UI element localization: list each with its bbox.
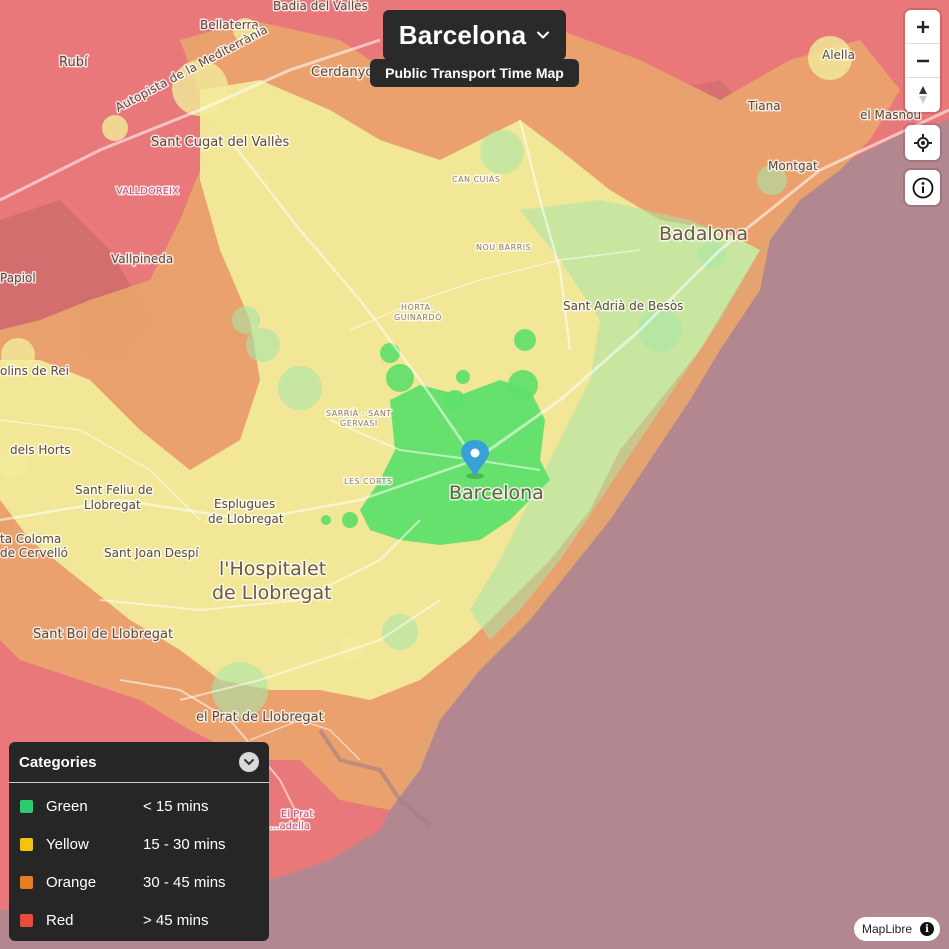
label-prat: el Prat de Llobregat: [196, 710, 324, 725]
label-sant-feliu-1: Sant Feliu de: [75, 483, 153, 497]
legend-item-red: Red > 45 mins: [9, 901, 269, 939]
label-sarria: SARRIÀ - SANT: [326, 407, 392, 418]
label-dels-horts: dels Horts: [10, 443, 71, 457]
label-guinardo: GUINARDÓ: [394, 311, 442, 322]
legend-category-name: Orange: [46, 873, 97, 891]
label-coloma-2: de Cervelló: [0, 546, 68, 560]
label-horta: HORTA-: [401, 303, 434, 312]
label-sant-boi: Sant Boi de Llobregat: [33, 627, 173, 642]
label-les-corts: LES CORTS: [344, 477, 392, 486]
label-nou-barris: NOU BARRIS: [476, 243, 531, 252]
city-name: Barcelona: [398, 19, 527, 50]
locate-button[interactable]: [905, 125, 940, 160]
attribution-info-icon[interactable]: i: [920, 922, 934, 936]
crosshair-icon: [913, 133, 932, 152]
label-alella: Alella: [822, 48, 855, 62]
info-icon: [912, 177, 933, 198]
label-hospitalet-1: l'Hospitalet: [219, 558, 326, 580]
zoom-out-button[interactable]: [905, 44, 940, 78]
legend-category-name: Yellow: [46, 835, 89, 853]
label-barcelona: Barcelona: [449, 482, 544, 504]
label-prat-small-2: ...adella: [270, 821, 310, 832]
label-hospitalet-2: de Llobregat: [212, 582, 332, 604]
minus-icon: [916, 59, 929, 62]
label-vallpineda: Vallpineda: [111, 252, 173, 266]
label-valldoreix: VALLDOREIX: [116, 186, 179, 197]
legend-swatch: [20, 837, 33, 851]
label-sant-adria: Sant Adrià de Besòs: [563, 299, 683, 313]
compass-icon: [918, 86, 927, 104]
label-sant-joan: Sant Joan Despí: [104, 546, 199, 560]
label-rubi: Rubí: [59, 55, 88, 70]
label-sant-feliu-2: Llobregat: [84, 498, 141, 512]
legend-item-orange: Orange 30 - 45 mins: [9, 863, 269, 901]
legend-category-name: Red: [46, 911, 74, 929]
label-gervasi: GERVASI: [340, 419, 378, 428]
label-badia: Badia del Vallès: [273, 0, 368, 13]
label-prat-small-1: El Prat: [281, 809, 313, 820]
legend-category-range: 30 - 45 mins: [143, 873, 226, 891]
legend-swatch: [20, 913, 33, 927]
label-badalona: Badalona: [659, 223, 748, 245]
label-can-cuias: CAN CUIÀS: [452, 173, 500, 184]
label-coloma-1: ta Coloma: [0, 532, 61, 546]
info-button[interactable]: [905, 170, 940, 205]
zoom-in-button[interactable]: [905, 10, 940, 44]
legend-item-yellow: Yellow 15 - 30 mins: [9, 825, 269, 863]
legend-category-range: > 45 mins: [143, 911, 209, 929]
legend-category-range: < 15 mins: [143, 797, 209, 815]
navigation-controls: [905, 10, 940, 112]
label-sant-cugat: Sant Cugat del Vallès: [151, 135, 290, 150]
legend-category-range: 15 - 30 mins: [143, 835, 226, 853]
label-papiol: Papiol: [0, 271, 36, 285]
legend-collapse-button[interactable]: [239, 752, 259, 772]
attribution-text: MapLibre: [862, 922, 913, 936]
compass-button[interactable]: [905, 78, 940, 112]
label-tiana: Tiana: [747, 99, 781, 113]
city-selector[interactable]: Barcelona: [383, 10, 566, 60]
legend-panel: Categories Green < 15 mins Yellow 15 - 30 m…: [9, 742, 269, 941]
label-esplugues-1: Esplugues: [214, 497, 275, 511]
legend-header: Categories: [9, 742, 269, 783]
legend-list: Green < 15 mins Yellow 15 - 30 mins Orange 30…: [9, 787, 269, 939]
label-montgat: Montgat: [768, 159, 818, 173]
map-subtitle: Public Transport Time Map: [370, 59, 579, 87]
legend-swatch: [20, 875, 33, 889]
chevron-down-icon: [244, 759, 254, 766]
legend-title: Categories: [19, 753, 97, 771]
legend-swatch: [20, 799, 33, 813]
legend-item-green: Green < 15 mins: [9, 787, 269, 825]
attribution-badge[interactable]: MapLibre i: [854, 917, 940, 941]
plus-icon: [916, 20, 929, 33]
label-esplugues-2: de Llobregat: [208, 512, 284, 526]
label-molins: olins de Rei: [0, 364, 69, 378]
legend-category-name: Green: [46, 797, 88, 815]
label-cerdanyola: Cerdanyo: [311, 65, 373, 80]
chevron-down-icon: [537, 31, 550, 39]
